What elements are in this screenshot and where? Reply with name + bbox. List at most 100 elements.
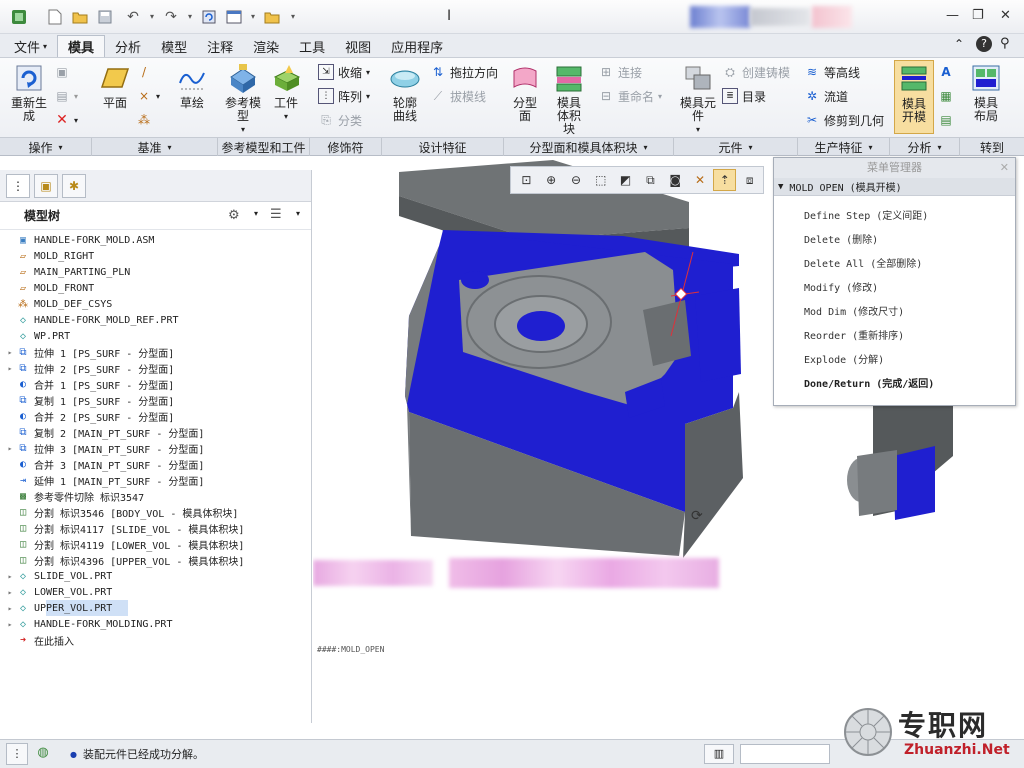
customize-dropdown-icon[interactable]: ▾: [286, 6, 300, 28]
tree-row[interactable]: ⧉ 复制 1 [PS_SURF - 分型面]: [0, 392, 311, 408]
group-production[interactable]: 生产特征 ▾: [798, 138, 890, 156]
group-parting-volume[interactable]: 分型面和模具体积块 ▾: [504, 138, 674, 156]
paste-button[interactable]: ▤ ▾: [54, 86, 78, 106]
tree-row[interactable]: ➜ 在此插入: [0, 632, 311, 648]
help-icon[interactable]: ?: [976, 36, 992, 52]
menu-item-reorder[interactable]: Reorder (重新排序): [774, 322, 1015, 346]
menu-item-delete[interactable]: Delete (删除): [774, 226, 1015, 250]
trim-to-geom-button[interactable]: ✂ 修剪到几何: [804, 110, 884, 130]
minimize-icon[interactable]: —: [946, 8, 959, 23]
expand-chevron-icon[interactable]: ▸: [4, 572, 16, 581]
tree-row[interactable]: ◫ 分割 标识4117 [SLIDE_VOL - 模具体积块]: [0, 520, 311, 536]
tree-row[interactable]: ◐ 合并 3 [MAIN_PT_SURF - 分型面]: [0, 456, 311, 472]
catalog-button[interactable]: ≣ 目录: [722, 86, 766, 106]
menu-item-define-step[interactable]: Define Step (定义间距): [774, 202, 1015, 226]
tree-row[interactable]: ▩ 参考零件切除 标识3547: [0, 488, 311, 504]
spin-center-icon[interactable]: ⇡: [713, 169, 737, 191]
workpiece-button[interactable]: 工件 ▾: [270, 62, 302, 123]
drag-direction-button[interactable]: ⇅ 拖拉方向: [430, 62, 498, 82]
tree-row[interactable]: ◐ 合并 2 [PS_SURF - 分型面]: [0, 408, 311, 424]
annotation-display-icon[interactable]: ⧈: [738, 169, 761, 191]
tree-row[interactable]: ▱ MOLD_FRONT: [0, 280, 311, 296]
tab-mold[interactable]: 模具: [57, 35, 106, 57]
undo-icon[interactable]: ↶: [122, 6, 144, 28]
plane-button[interactable]: 平面: [98, 62, 132, 110]
group-components[interactable]: 元件 ▾: [674, 138, 798, 156]
tree-row[interactable]: ▸ ◇ UPPER_VOL.PRT: [0, 600, 311, 616]
menu-manager-close-icon[interactable]: ✕: [1000, 158, 1009, 178]
tree-row[interactable]: ▸ ◇ HANDLE-FORK_MOLDING.PRT: [0, 616, 311, 632]
create-casting-button[interactable]: ⛭ 创建铸模: [722, 62, 790, 82]
menu-manager-section[interactable]: ▼ MOLD OPEN (模具开模): [774, 178, 1015, 196]
undo-dropdown-icon[interactable]: ▾: [147, 6, 157, 28]
analysis-b-button[interactable]: ▦: [938, 86, 958, 106]
tree-row[interactable]: ◫ 分割 标识4119 [LOWER_VOL - 模具体积块]: [0, 536, 311, 552]
display-style-icon[interactable]: ◩: [614, 169, 637, 191]
favorites-tab-icon[interactable]: ✱: [62, 173, 86, 198]
point-button[interactable]: × ▾: [136, 86, 160, 106]
zoom-out-icon[interactable]: ⊖: [565, 169, 588, 191]
axis-button[interactable]: /: [136, 62, 156, 82]
expand-chevron-icon[interactable]: ▸: [4, 620, 16, 629]
expand-chevron-icon[interactable]: ▸: [4, 604, 16, 613]
connect-button[interactable]: ⊞ 连接: [598, 62, 642, 82]
analysis-c-button[interactable]: ▤: [938, 110, 958, 130]
ref-model-button[interactable]: 参考模型 ▾: [222, 62, 264, 136]
tree-row[interactable]: ▸ ◇ LOWER_VOL.PRT: [0, 584, 311, 600]
close-icon[interactable]: ✕: [1000, 8, 1011, 23]
group-datum[interactable]: 基准 ▾: [92, 138, 218, 156]
redo-icon[interactable]: ↷: [160, 6, 182, 28]
tree-row[interactable]: ◫ 分割 标识4396 [UPPER_VOL - 模具体积块]: [0, 552, 311, 568]
analysis-a-button[interactable]: A: [938, 62, 958, 82]
close-window-icon[interactable]: [261, 6, 283, 28]
window-dropdown-icon[interactable]: ▾: [248, 6, 258, 28]
tree-row[interactable]: ▸ ⧉ 拉伸 3 [MAIN_PT_SURF - 分型面]: [0, 440, 311, 456]
tree-row[interactable]: ▸ ◇ SLIDE_VOL.PRT: [0, 568, 311, 584]
window-icon[interactable]: [223, 6, 245, 28]
expand-chevron-icon[interactable]: ▸: [4, 364, 16, 373]
mold-volume-button[interactable]: 模具体积块: [548, 62, 590, 136]
search-icon[interactable]: ⚲: [1000, 36, 1010, 51]
parting-surface-button[interactable]: 分型面: [508, 62, 542, 123]
menu-item-explode[interactable]: Explode (分解): [774, 346, 1015, 370]
new-file-icon[interactable]: [44, 6, 66, 28]
group-operations[interactable]: 操作 ▾: [0, 138, 92, 156]
classify-button[interactable]: ⎘ 分类: [318, 110, 362, 130]
model-tree-tab-icon[interactable]: ⋮: [6, 173, 30, 198]
draft-line-button[interactable]: ⟋ 拔模线: [430, 86, 486, 106]
tree-row[interactable]: ▸ ⧉ 拉伸 1 [PS_SURF - 分型面]: [0, 344, 311, 360]
menu-item-mod-dim[interactable]: Mod Dim (修改尺寸): [774, 298, 1015, 322]
tree-row[interactable]: ▣ HANDLE-FORK_MOLD.ASM: [0, 232, 311, 248]
tree-settings-icon[interactable]: ⚙: [228, 208, 240, 223]
tree-row[interactable]: ▸ ⧉ 拉伸 2 [PS_SURF - 分型面]: [0, 360, 311, 376]
status-filter-box[interactable]: [740, 744, 830, 764]
expand-chevron-icon[interactable]: ▸: [4, 588, 16, 597]
silhouette-button[interactable]: 轮廓曲线: [386, 62, 424, 123]
tree-row[interactable]: ◇ HANDLE-FORK_MOLD_REF.PRT: [0, 312, 311, 328]
refit-icon[interactable]: ⊡: [515, 169, 538, 191]
tree-row[interactable]: ⧉ 复制 2 [MAIN_PT_SURF - 分型面]: [0, 424, 311, 440]
tree-settings-dropdown-icon[interactable]: ▾: [254, 209, 258, 218]
sketch-button[interactable]: 草绘: [174, 62, 210, 110]
zoom-in-icon[interactable]: ⊕: [540, 169, 563, 191]
tree-row[interactable]: ▱ MOLD_RIGHT: [0, 248, 311, 264]
expand-chevron-icon[interactable]: ▸: [4, 444, 16, 453]
datum-display-icon[interactable]: ✕: [689, 169, 712, 191]
restore-icon[interactable]: ❐: [972, 8, 984, 23]
tab-model[interactable]: 模型: [151, 35, 197, 57]
redo-dropdown-icon[interactable]: ▾: [185, 6, 195, 28]
menu-item-delete-all[interactable]: Delete All (全部删除): [774, 250, 1015, 274]
tab-analysis[interactable]: 分析: [105, 35, 151, 57]
expand-chevron-icon[interactable]: ▸: [4, 348, 16, 357]
menu-item-done-return[interactable]: Done/Return (完成/返回): [774, 370, 1015, 394]
tree-row[interactable]: ▱ MAIN_PARTING_PLN: [0, 264, 311, 280]
status-browser-toggle-icon[interactable]: ◍: [32, 743, 54, 765]
tab-view[interactable]: 视图: [335, 35, 381, 57]
save-icon[interactable]: [94, 6, 116, 28]
mold-layout-button[interactable]: 模具布局: [966, 62, 1006, 123]
delete-button[interactable]: ✕ ▾: [54, 110, 78, 130]
flow-button[interactable]: ✲ 流道: [804, 86, 848, 106]
tree-filter-icon[interactable]: ☰: [270, 207, 282, 222]
tree-row[interactable]: ⁂ MOLD_DEF_CSYS: [0, 296, 311, 312]
contour-button[interactable]: ≋ 等高线: [804, 62, 860, 82]
